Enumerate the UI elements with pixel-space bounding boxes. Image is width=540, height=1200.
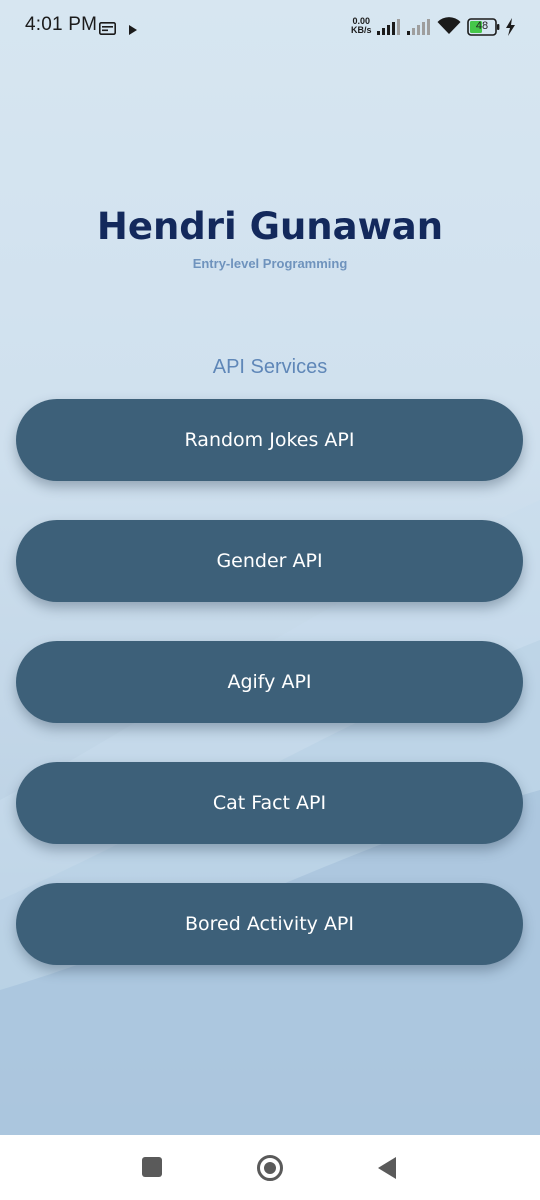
sim-card-icon [99,20,116,39]
play-icon [128,21,138,40]
charging-icon [505,18,516,40]
api-services-label: API Services [212,356,328,378]
net-speed-unit: KB/s [351,25,372,35]
profile-subtitle: Entry-level Programming [192,256,348,271]
wifi-icon [437,17,461,39]
random-jokes-api-button[interactable]: Random Jokes API [16,399,523,481]
profile-name-title: Hendri Gunawan [96,205,444,248]
system-navigation-bar [0,1135,540,1200]
signal-1-icon [377,18,402,39]
back-triangle-icon[interactable] [377,1156,397,1184]
signal-2-icon [407,18,432,39]
api-button-list: Random Jokes API Gender API Agify API Ca… [16,399,523,1004]
status-time: 4:01 PM [25,14,98,35]
gender-api-button[interactable]: Gender API [16,520,523,602]
network-speed: 0.00 KB/s [351,17,372,35]
cat-fact-api-button[interactable]: Cat Fact API [16,762,523,844]
home-circle-icon[interactable] [256,1154,284,1186]
agify-api-button[interactable]: Agify API [16,641,523,723]
battery-level: 48 [475,20,489,32]
status-bar: 4:01 PM 0.00 KB/s 48 [0,0,540,54]
bored-activity-api-button[interactable]: Bored Activity API [16,883,523,965]
recents-square-icon[interactable] [142,1157,162,1181]
